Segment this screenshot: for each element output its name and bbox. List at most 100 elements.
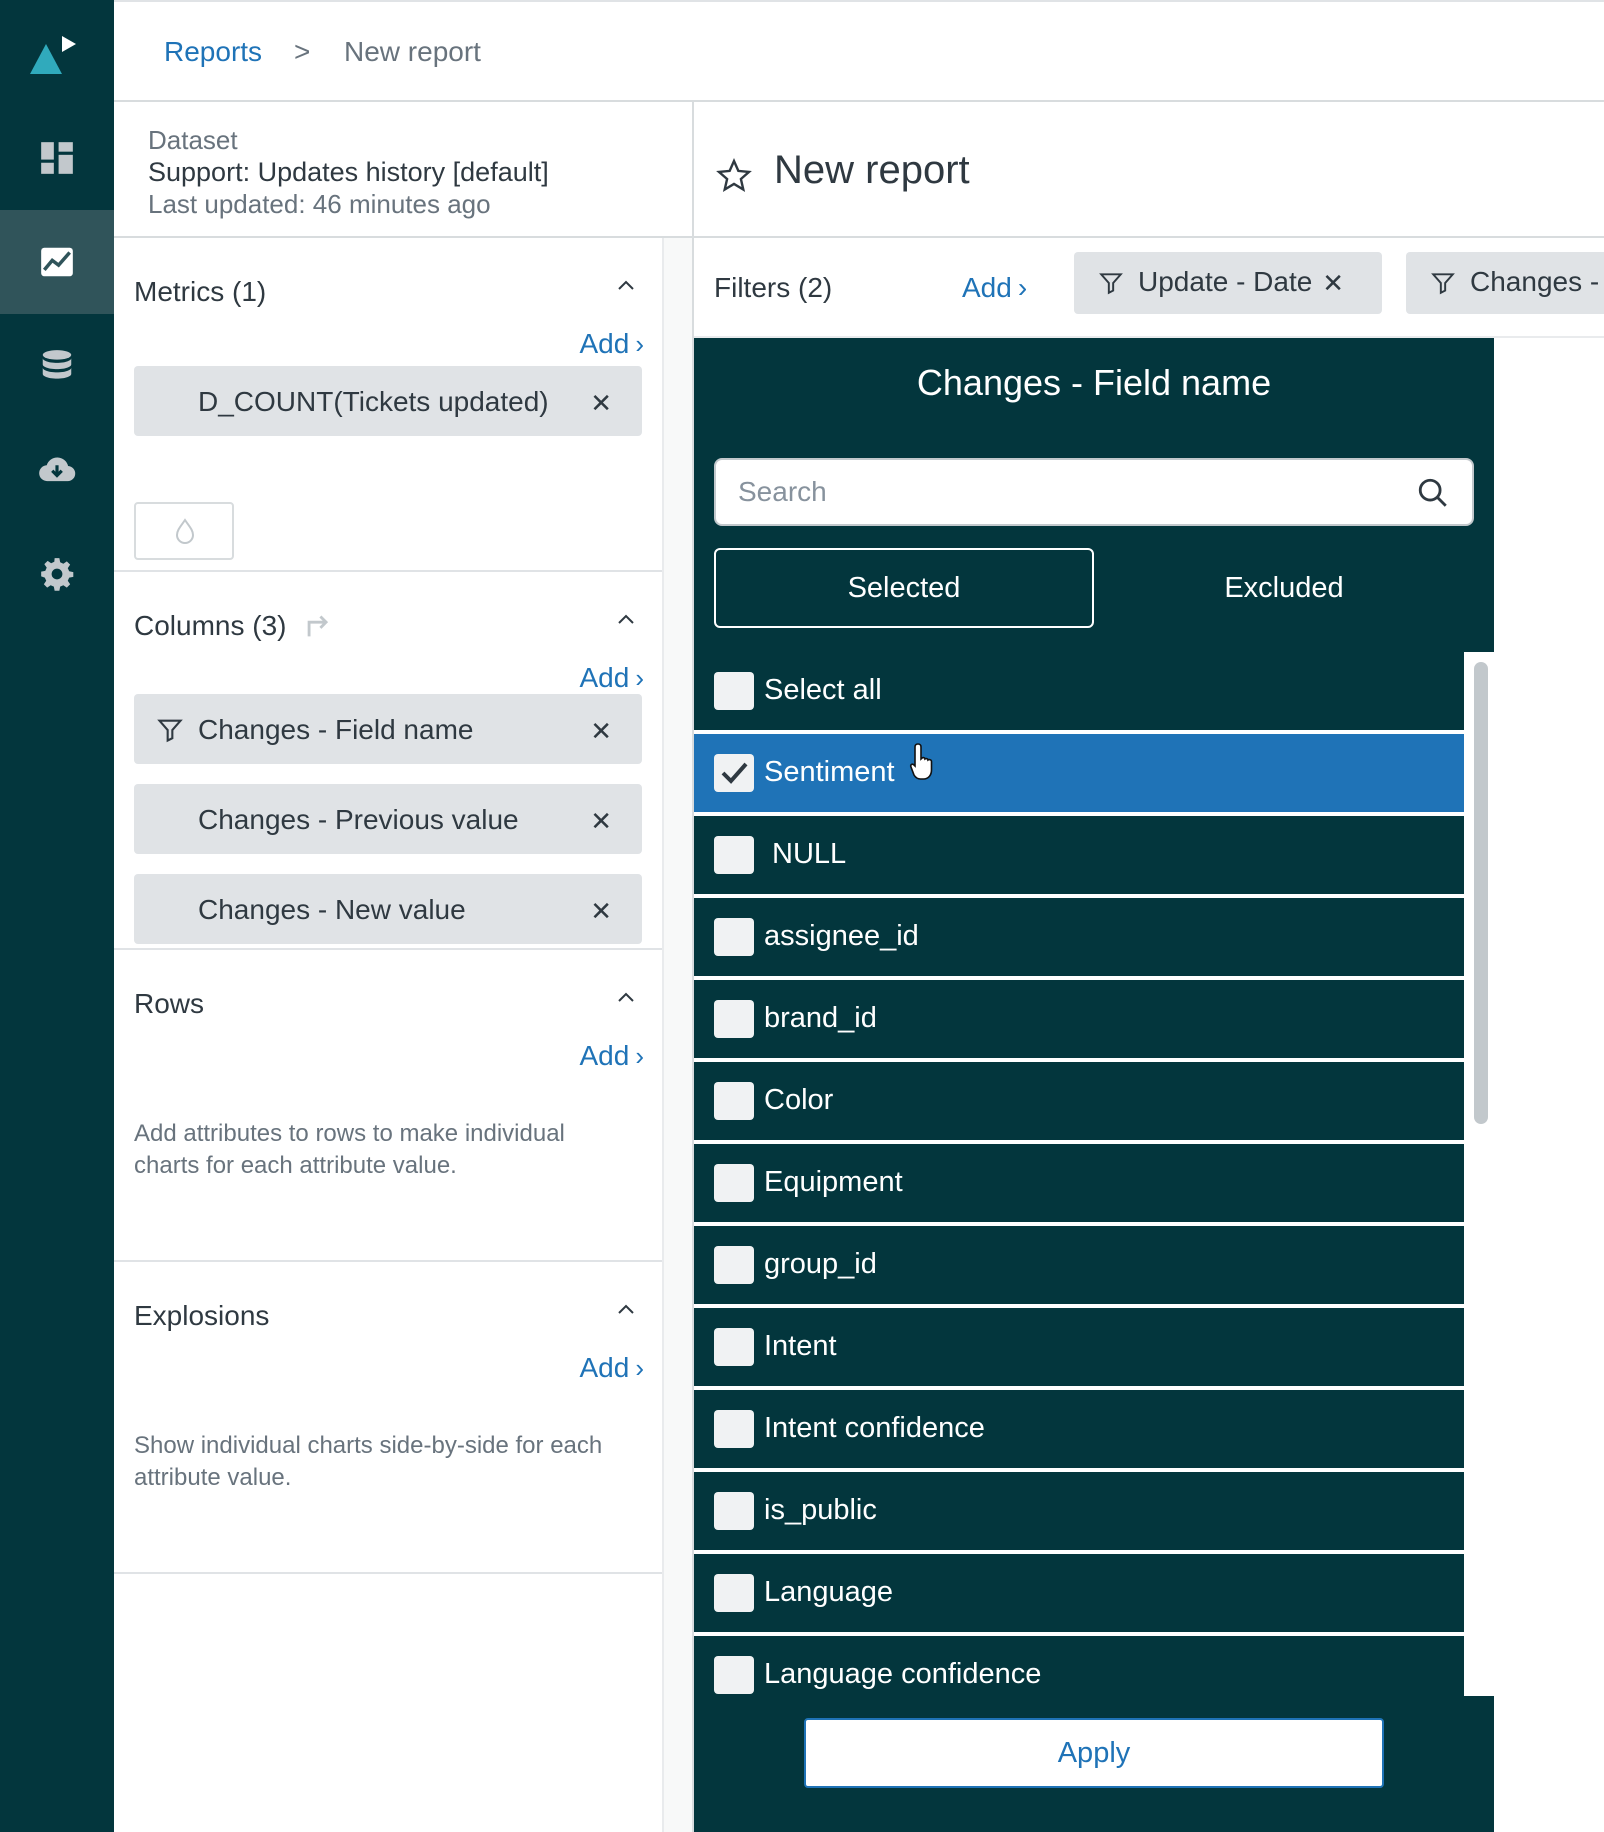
option-row[interactable]: Intent xyxy=(694,1308,1464,1388)
option-row[interactable]: NULL xyxy=(694,816,1464,896)
report-title[interactable]: New report xyxy=(774,148,970,193)
checkbox[interactable] xyxy=(714,918,754,956)
option-label: Select all xyxy=(764,674,882,706)
option-row[interactable]: Language confidence xyxy=(694,1636,1464,1696)
explosions-add-link[interactable]: Add › xyxy=(580,1352,645,1384)
checkbox[interactable] xyxy=(714,1410,754,1448)
column-label: Changes - Field name xyxy=(198,714,474,745)
checkbox[interactable] xyxy=(714,754,754,792)
columns-add-link[interactable]: Add › xyxy=(580,662,645,694)
remove-icon[interactable]: ✕ xyxy=(1322,268,1344,299)
column-pill[interactable]: Changes - New value ✕ xyxy=(134,874,642,944)
checkbox[interactable] xyxy=(714,672,754,710)
filter-icon xyxy=(1099,273,1123,295)
column-pill[interactable]: Changes - Field name ✕ xyxy=(134,694,642,764)
filter-icon xyxy=(157,719,183,743)
option-row[interactable]: is_public xyxy=(694,1472,1464,1552)
checkbox[interactable] xyxy=(714,1000,754,1038)
collapse-caret-icon[interactable] xyxy=(614,986,638,1010)
apply-button[interactable]: Apply xyxy=(804,1718,1384,1788)
column-label: Changes - New value xyxy=(198,894,466,925)
database-icon xyxy=(42,350,72,379)
option-list-scrollbar[interactable] xyxy=(1466,652,1494,1696)
breadcrumb-reports-link[interactable]: Reports xyxy=(164,36,262,68)
checkbox[interactable] xyxy=(714,1082,754,1120)
checkbox[interactable] xyxy=(714,1164,754,1202)
popover-title: Changes - Field name xyxy=(916,362,1272,403)
filter-chip[interactable]: Update - Date ✕ xyxy=(1074,252,1382,314)
option-label: Sentiment xyxy=(764,756,895,788)
scrollbar-thumb[interactable] xyxy=(1474,662,1488,1124)
dataset-updated: Last updated: 46 minutes ago xyxy=(148,189,491,219)
option-list: Select all Sentiment NULL assignee_id br… xyxy=(694,652,1466,1696)
app-logo[interactable] xyxy=(28,30,84,80)
checkbox[interactable] xyxy=(714,836,754,874)
option-label: Equipment xyxy=(764,1166,903,1198)
metric-color-button[interactable] xyxy=(134,502,234,560)
option-label: assignee_id xyxy=(764,920,919,952)
option-row[interactable]: Sentiment xyxy=(694,734,1464,814)
collapse-caret-icon[interactable] xyxy=(614,1298,638,1322)
explosions-help-text: Show individual charts side-by-side for … xyxy=(134,1432,603,1491)
add-label: Add xyxy=(579,328,630,359)
gear-icon xyxy=(41,558,74,591)
option-row[interactable]: Equipment xyxy=(694,1144,1464,1224)
filter-icon xyxy=(1431,273,1455,295)
chevron-right-icon: › xyxy=(635,1353,644,1383)
option-row[interactable]: Select all xyxy=(694,652,1464,732)
cloud-download-icon xyxy=(39,457,76,482)
column-pill[interactable]: Changes - Previous value ✕ xyxy=(134,784,642,854)
collapse-caret-icon[interactable] xyxy=(614,608,638,632)
tab-excluded[interactable]: Excluded xyxy=(1094,548,1474,628)
rows-add-link[interactable]: Add › xyxy=(580,1040,645,1072)
config-scrollbar[interactable] xyxy=(662,238,692,1832)
remove-icon[interactable]: ✕ xyxy=(590,896,612,927)
dataset-info[interactable]: Dataset Support: Updates history [defaul… xyxy=(114,102,692,238)
search-icon[interactable] xyxy=(1416,476,1450,510)
breadcrumb-bar: Reports > New report xyxy=(114,0,1604,102)
star-icon[interactable] xyxy=(716,158,752,194)
remove-icon[interactable]: ✕ xyxy=(590,388,612,419)
option-row[interactable]: Intent confidence xyxy=(694,1390,1464,1470)
nav-dashboards[interactable] xyxy=(0,106,114,210)
option-row[interactable]: group_id xyxy=(694,1226,1464,1306)
dataset-label: Dataset xyxy=(148,125,238,155)
collapse-caret-icon[interactable] xyxy=(614,274,638,298)
search-input[interactable] xyxy=(738,472,1398,512)
nav-reports[interactable] xyxy=(0,210,114,314)
option-row[interactable]: assignee_id xyxy=(694,898,1464,978)
chevron-right-icon: › xyxy=(1017,272,1028,303)
metric-label: D_COUNT(Tickets updated) xyxy=(198,386,549,417)
config-sections: Metrics (1) Add › D_COUNT(Tickets updated… xyxy=(114,238,662,1832)
option-row[interactable]: brand_id xyxy=(694,980,1464,1060)
dashboard-icon xyxy=(41,142,73,174)
filter-chip-label: Update - Date xyxy=(1138,266,1313,297)
breadcrumb-current: New report xyxy=(344,36,481,67)
checkbox[interactable] xyxy=(714,1492,754,1530)
add-label: Add xyxy=(579,1352,630,1383)
option-row[interactable]: Color xyxy=(694,1062,1464,1142)
checkbox[interactable] xyxy=(714,1656,754,1694)
nav-downloads[interactable] xyxy=(0,418,114,522)
remove-icon[interactable]: ✕ xyxy=(590,806,612,837)
nav-settings[interactable] xyxy=(0,522,114,626)
search-field[interactable] xyxy=(714,458,1474,526)
option-row[interactable]: Language xyxy=(694,1554,1464,1634)
metrics-section: Metrics (1) Add › D_COUNT(Tickets updated… xyxy=(114,238,662,572)
filters-add-link[interactable]: Add › xyxy=(962,272,1027,304)
metric-pill[interactable]: D_COUNT(Tickets updated) ✕ xyxy=(134,366,642,436)
checkbox[interactable] xyxy=(714,1246,754,1284)
option-label: Language xyxy=(764,1576,894,1608)
nav-datasets[interactable] xyxy=(0,314,114,418)
checkbox[interactable] xyxy=(714,1328,754,1366)
metrics-add-link[interactable]: Add › xyxy=(580,328,645,360)
checkbox[interactable] xyxy=(714,1574,754,1612)
option-label: Intent confidence xyxy=(764,1412,985,1444)
filter-chip[interactable]: Changes - Field name xyxy=(1406,252,1604,314)
swap-axes-icon[interactable] xyxy=(302,608,336,642)
remove-icon[interactable]: ✕ xyxy=(590,716,612,747)
rows-help-text: Add attributes to rows to make individua… xyxy=(134,1120,565,1179)
option-label: brand_id xyxy=(764,1002,877,1034)
chart-icon xyxy=(41,247,73,277)
tab-selected[interactable]: Selected xyxy=(714,548,1094,628)
